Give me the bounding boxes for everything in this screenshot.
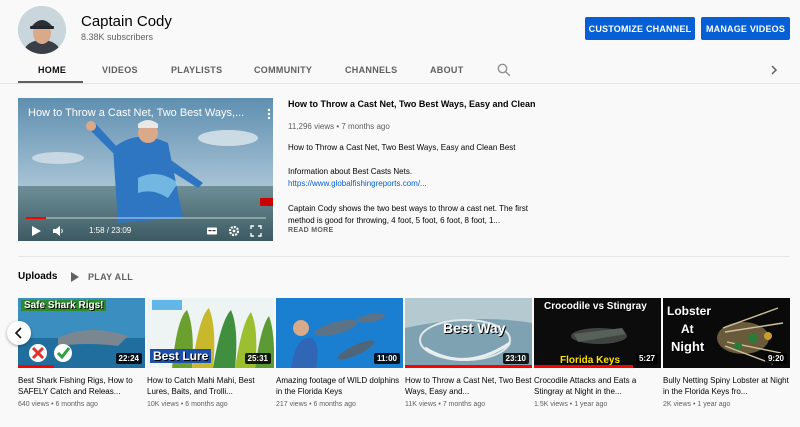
fullscreen-icon[interactable]	[250, 225, 262, 237]
player-title: How to Throw a Cast Net, Two Best Ways,.…	[28, 107, 245, 119]
gear-icon[interactable]	[228, 225, 240, 237]
manage-videos-button[interactable]: MANAGE VIDEOS	[701, 17, 790, 40]
watch-progress	[18, 365, 54, 368]
subscriber-count: 8.38K subscribers	[81, 32, 154, 42]
uploads-heading[interactable]: Uploads	[18, 271, 57, 282]
video-meta: 640 views • 6 months ago	[18, 401, 98, 408]
tab-about[interactable]: ABOUT	[430, 65, 464, 75]
search-icon[interactable]	[497, 63, 511, 77]
avatar[interactable]	[18, 6, 66, 54]
video-card[interactable]: Crocodile vs Stingray Florida Keys 5:27 …	[534, 298, 661, 424]
player-controls: 1:58 / 23:09	[18, 222, 273, 241]
progress-fill	[26, 217, 47, 219]
video-meta: 2K views • 1 year ago	[663, 401, 731, 408]
video-title[interactable]: Bully Netting Spiny Lobster at Night in …	[663, 375, 790, 397]
play-icon[interactable]	[30, 225, 42, 237]
tab-playlists[interactable]: PLAYLISTS	[171, 65, 222, 75]
video-duration: 11:00	[373, 353, 400, 364]
video-title[interactable]: Amazing footage of WILD dolphins in the …	[276, 375, 403, 397]
thumbnail-caption: Crocodile vs Stingray	[544, 301, 647, 312]
video-title[interactable]: Crocodile Attacks and Eats a Stingray at…	[534, 375, 661, 397]
video-card[interactable]: 11:00 Amazing footage of WILD dolphins i…	[276, 298, 403, 424]
video-thumbnail[interactable]: 11:00	[276, 298, 403, 368]
customize-channel-button[interactable]: CUSTOMIZE CHANNEL	[585, 17, 695, 40]
featured-description-text: Captain Cody shows the two best ways to …	[288, 204, 528, 225]
video-duration: 23:10	[502, 353, 529, 364]
end-screen-badge	[260, 198, 273, 206]
watch-progress	[534, 365, 634, 368]
featured-description-line: How to Throw a Cast Net, Two Best Ways, …	[288, 143, 516, 152]
featured-description-line: Information about Best Casts Nets.	[288, 167, 413, 176]
video-card[interactable]: Safe Shark Rigs! 22:24 Best Shark Fishin…	[18, 298, 145, 424]
video-frame	[18, 98, 273, 241]
tab-community[interactable]: COMMUNITY	[254, 65, 312, 75]
video-title[interactable]: How to Catch Mahi Mahi, Best Lures, Bait…	[147, 375, 274, 397]
avatar-image	[18, 6, 66, 54]
play-all-label: PLAY ALL	[88, 272, 134, 282]
active-tab-indicator	[18, 81, 83, 83]
video-duration: 9:20	[764, 353, 787, 364]
video-thumbnail[interactable]: Safe Shark Rigs! 22:24	[18, 298, 145, 368]
tab-home[interactable]: HOME	[38, 65, 66, 75]
progress-bar[interactable]	[26, 217, 266, 219]
video-card[interactable]: Lobster At Night 9:20 Bully Netting Spin…	[663, 298, 790, 424]
tab-videos[interactable]: VIDEOS	[102, 65, 138, 75]
play-all-button[interactable]: PLAY ALL	[70, 271, 133, 283]
channel-name: Captain Cody	[81, 13, 172, 30]
video-meta: 1.5K views • 1 year ago	[534, 401, 608, 408]
thumbnail-caption: Best Lure	[150, 349, 212, 363]
watch-progress	[405, 365, 532, 368]
captions-icon[interactable]	[206, 225, 218, 237]
video-title[interactable]: How to Throw a Cast Net, Two Best Ways, …	[405, 375, 532, 397]
tab-channels[interactable]: CHANNELS	[345, 65, 397, 75]
thumbnail-caption: At	[681, 322, 694, 336]
chevron-right-icon[interactable]	[768, 63, 780, 77]
video-meta: 11K views • 7 months ago	[405, 401, 486, 408]
thumbnail-caption: Lobster	[667, 304, 712, 318]
play-icon	[71, 272, 79, 282]
featured-video-player[interactable]: How to Throw a Cast Net, Two Best Ways,.…	[18, 98, 273, 241]
video-thumbnail[interactable]: Lobster At Night 9:20	[663, 298, 790, 368]
chevron-left-icon	[14, 327, 22, 339]
video-duration: 25:31	[244, 353, 271, 364]
thumbnail-caption: Best Way	[443, 320, 506, 336]
carousel-previous-button[interactable]	[7, 321, 31, 345]
featured-video-title[interactable]: How to Throw a Cast Net, Two Best Ways, …	[288, 99, 536, 109]
read-more-button[interactable]: READ MORE	[288, 227, 333, 234]
thumbnail-caption: Night	[671, 339, 705, 354]
video-duration: 22:24	[115, 353, 142, 364]
featured-video-meta: 11,296 views • 7 months ago	[288, 122, 390, 131]
channel-header: Captain Cody 8.38K subscribers CUSTOMIZE…	[0, 0, 800, 56]
video-meta: 217 views • 6 months ago	[276, 401, 356, 408]
thumbnail-caption: Safe Shark Rigs!	[21, 300, 107, 311]
video-card[interactable]: Best Way 23:10 How to Throw a Cast Net, …	[405, 298, 532, 424]
video-thumbnail[interactable]: Best Way 23:10	[405, 298, 532, 368]
section-divider	[18, 256, 790, 257]
volume-icon[interactable]	[52, 225, 64, 237]
player-time: 1:58 / 23:09	[89, 226, 132, 235]
video-meta: 10K views • 6 months ago	[147, 401, 228, 408]
video-thumbnail[interactable]: Best Lure 25:31	[147, 298, 274, 368]
video-card[interactable]: Best Lure 25:31 How to Catch Mahi Mahi, …	[147, 298, 274, 424]
more-vertical-icon[interactable]	[266, 107, 272, 121]
video-title[interactable]: Best Shark Fishing Rigs, How to SAFELY C…	[18, 375, 145, 397]
video-duration: 5:27	[635, 353, 658, 364]
video-thumbnail[interactable]: Crocodile vs Stingray Florida Keys 5:27	[534, 298, 661, 368]
channel-tabs: HOME VIDEOS PLAYLISTS COMMUNITY CHANNELS…	[0, 58, 800, 84]
featured-description-link[interactable]: https://www.globalfishingreports.com/...	[288, 179, 427, 188]
